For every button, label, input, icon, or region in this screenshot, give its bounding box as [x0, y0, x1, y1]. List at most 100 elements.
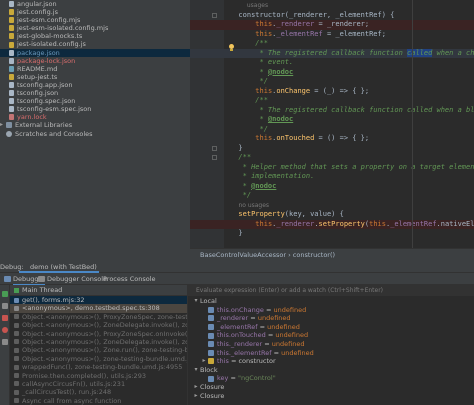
- stack-frame[interactable]: Object.<anonymous>(), ZoneDelegate.invok…: [10, 321, 187, 329]
- expand-chevron-icon[interactable]: ▸: [192, 383, 200, 392]
- variable-value: undefined: [281, 348, 314, 357]
- variable-row[interactable]: key = "ngControl": [188, 374, 474, 383]
- frame-icon: [14, 339, 19, 345]
- variable-scope[interactable]: ▸ Closure: [188, 383, 474, 392]
- code-line[interactable]: }: [190, 229, 474, 239]
- thread-selector[interactable]: Main Thread: [10, 285, 187, 296]
- evaluate-expression-input[interactable]: Evaluate expression (Enter) or add a wat…: [188, 285, 474, 297]
- stack-frame[interactable]: Promise.then.completed(), utils.js:293: [10, 372, 187, 380]
- code-line-text: * implementation.: [230, 172, 315, 182]
- code-line[interactable]: * Helper method that sets a property on …: [190, 163, 474, 173]
- code-line[interactable]: */: [190, 77, 474, 87]
- code-line[interactable]: constructor(_renderer, _elementRef) {: [190, 11, 474, 21]
- variable-scope[interactable]: ▾ Local: [188, 297, 474, 306]
- stack-frame[interactable]: <anonymous>, demo.testbed.spec.ts:308: [10, 304, 187, 313]
- tree-item[interactable]: jest-esm-isolated.config.mjs: [0, 24, 190, 32]
- code-line[interactable]: * @nodoc: [190, 115, 474, 125]
- code-line[interactable]: this.onTouched = () => { };: [190, 134, 474, 144]
- tree-item-label: setup-jest.ts: [17, 72, 58, 81]
- code-line[interactable]: * implementation.: [190, 172, 474, 182]
- stack-frame[interactable]: wrappedFunc(), zone-testing-bundle.umd.j…: [10, 363, 187, 371]
- tree-item[interactable]: jest-global-mocks.ts: [0, 32, 190, 40]
- variable-name: this: [217, 357, 229, 366]
- tree-item[interactable]: setup-jest.ts: [0, 73, 190, 81]
- tree-item-label: jest-esm.config.mjs: [17, 16, 81, 25]
- tree-item[interactable]: angular.json: [0, 0, 190, 8]
- variable-scope[interactable]: ▾ Block: [188, 366, 474, 375]
- stack-frame[interactable]: Object.<anonymous>(), Zone.run(), zone-t…: [10, 346, 187, 354]
- mute-breakpoints-icon[interactable]: [2, 339, 8, 345]
- expand-chevron-icon[interactable]: ▾: [192, 297, 200, 306]
- code-line[interactable]: /**: [190, 153, 474, 163]
- lightbulb-icon[interactable]: [228, 44, 235, 52]
- tab-process-console[interactable]: Process Console: [103, 273, 156, 285]
- code-line[interactable]: this.onChange = (_) => { };: [190, 87, 474, 97]
- variable-scope[interactable]: ▸ Closure: [188, 392, 474, 401]
- code-line-text: setProperty(key, value) {: [230, 210, 343, 220]
- code-token: this: [369, 219, 386, 228]
- stack-frame[interactable]: Object.<anonymous>(), ProxyZoneSpec, zon…: [10, 313, 187, 321]
- stack-frame[interactable]: Object.<anonymous>(), ProxyZoneSpec.onIn…: [10, 330, 187, 338]
- stack-frame-label: Object.<anonymous>(), zone-testing-bundl…: [22, 354, 187, 363]
- tree-item[interactable]: jest-isolated.config.js: [0, 40, 190, 48]
- code-line[interactable]: * The registered callback function calle…: [190, 106, 474, 116]
- json-icon: [9, 57, 14, 64]
- code-line[interactable]: setProperty(key, value) {: [190, 210, 474, 220]
- code-token: _renderer: [276, 219, 315, 228]
- code-line[interactable]: * @nodoc: [190, 182, 474, 192]
- tree-item-label: External Libraries: [15, 121, 73, 130]
- tree-item[interactable]: Scratches and Consoles: [0, 130, 190, 138]
- stack-frame[interactable]: get(), forms.mjs:32: [10, 296, 187, 305]
- expand-chevron-icon[interactable]: ▸: [192, 392, 200, 401]
- stack-frame[interactable]: Async call from async function: [10, 397, 187, 405]
- expand-chevron-icon[interactable]: ▾: [192, 366, 200, 375]
- stack-frame[interactable]: Object.<anonymous>(), zone-testing-bundl…: [10, 355, 187, 363]
- code-line[interactable]: usages: [190, 1, 474, 11]
- tree-item[interactable]: jest.config.js: [0, 8, 190, 16]
- code-line[interactable]: * event.: [190, 58, 474, 68]
- code-line[interactable]: */: [190, 125, 474, 135]
- variable-row[interactable]: _renderer = undefined: [188, 314, 474, 323]
- code-editor[interactable]: 32 usages constructor(_renderer, _elemen…: [190, 0, 474, 248]
- code-line[interactable]: this._elementRef = _elementRef;: [190, 30, 474, 40]
- variable-row[interactable]: this._renderer = undefined: [188, 340, 474, 349]
- code-line[interactable]: * @nodoc: [190, 68, 474, 78]
- variable-row[interactable]: this.onTouched = undefined: [188, 331, 474, 340]
- code-line[interactable]: }: [190, 144, 474, 154]
- variable-row[interactable]: _elementRef = undefined: [188, 323, 474, 332]
- tree-item[interactable]: package-lock.json: [0, 57, 190, 65]
- tree-item[interactable]: ▸ External Libraries: [0, 121, 190, 129]
- tree-item-label: yarn.lock: [17, 113, 47, 122]
- view-breakpoints-icon[interactable]: [2, 327, 8, 333]
- expand-chevron-icon[interactable]: ▸: [200, 357, 208, 366]
- js-icon: [9, 33, 14, 40]
- stack-frame-label: Object.<anonymous>(), ZoneDelegate.invok…: [22, 321, 187, 330]
- tree-item[interactable]: tsconfig.json: [0, 89, 190, 97]
- variable-row[interactable]: ▸ this = constructor: [188, 357, 474, 366]
- stack-frame[interactable]: callAsyncCircusFn(), utils.js:231: [10, 380, 187, 388]
- code-line[interactable]: this._renderer.setProperty(this._element…: [190, 219, 474, 229]
- variable-row[interactable]: this._elementRef = undefined: [188, 349, 474, 358]
- tree-item[interactable]: tsconfig-esm.spec.json: [0, 105, 190, 113]
- code-line[interactable]: this._renderer = _renderer;: [190, 20, 474, 30]
- stack-frame[interactable]: Object.<anonymous>(), ZoneDelegate.invok…: [10, 338, 187, 346]
- code-line-text: */: [230, 191, 251, 201]
- scratches-icon: [6, 130, 12, 137]
- code-line[interactable]: */: [190, 191, 474, 201]
- tree-item[interactable]: yarn.lock: [0, 113, 190, 121]
- equals-sign: =: [263, 305, 274, 314]
- variable-row[interactable]: this.onChange = undefined: [188, 306, 474, 315]
- tree-item[interactable]: jest-esm.config.mjs: [0, 16, 190, 24]
- resume-icon[interactable]: [2, 291, 8, 297]
- tree-item[interactable]: tsconfig.app.json: [0, 81, 190, 89]
- tree-item[interactable]: package.json: [0, 48, 190, 57]
- stop-icon[interactable]: [2, 315, 8, 321]
- tree-item[interactable]: tsconfig.spec.json: [0, 97, 190, 105]
- tab-debugger-console[interactable]: Debugger Console: [47, 273, 107, 285]
- tree-item[interactable]: README.md: [0, 65, 190, 73]
- code-line[interactable]: /**: [190, 96, 474, 106]
- breadcrumb[interactable]: BaseControlValueAccessor › constructor(): [190, 248, 474, 262]
- pause-icon[interactable]: [2, 303, 8, 309]
- code-line[interactable]: no usages: [190, 201, 474, 211]
- stack-frame[interactable]: _callCircusTest(), run.js:248: [10, 388, 187, 396]
